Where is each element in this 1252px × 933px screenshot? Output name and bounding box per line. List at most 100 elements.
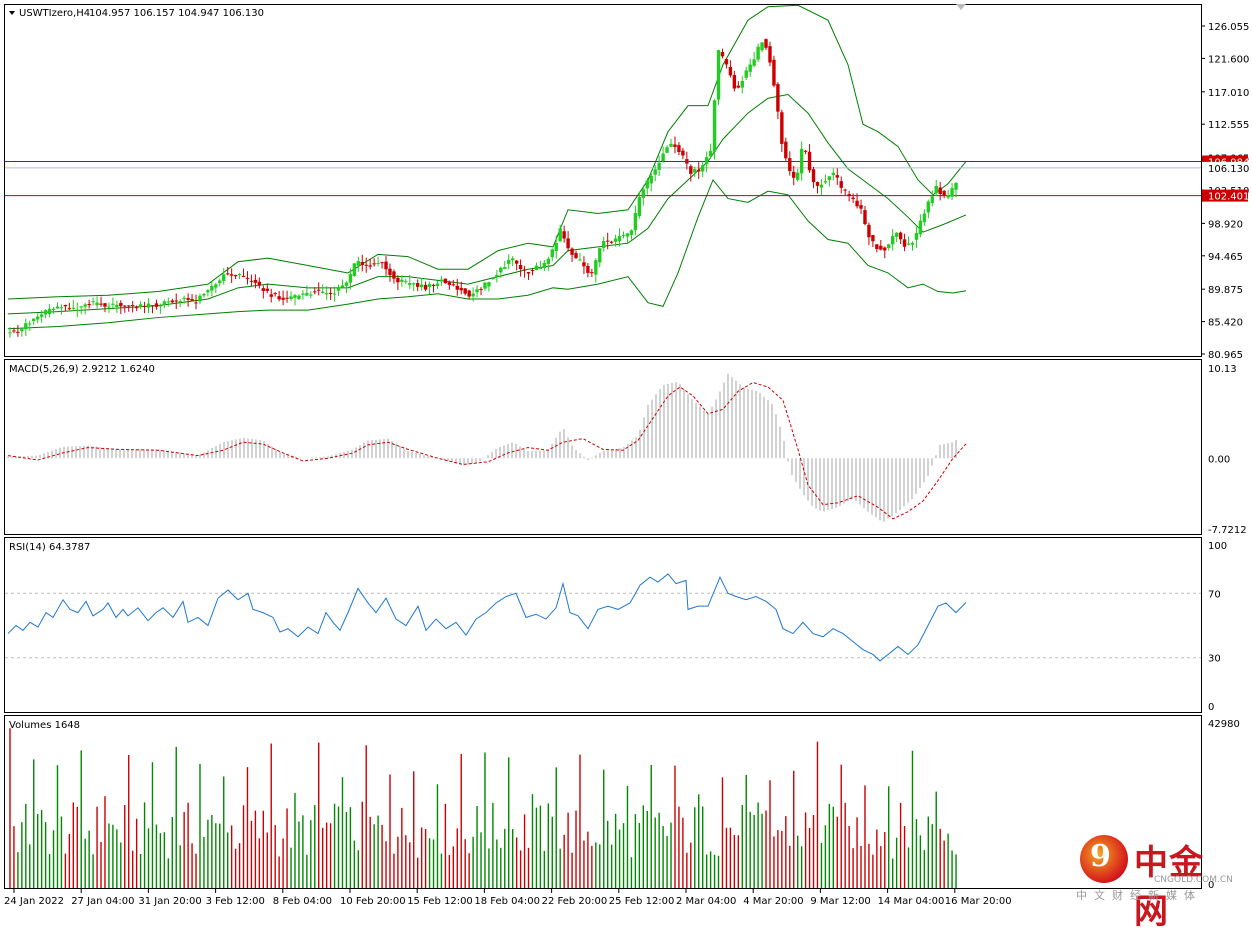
candle-body <box>479 288 483 290</box>
price-axis-label: 85.420 <box>1208 318 1243 329</box>
candle-body <box>119 302 123 307</box>
candle-body <box>605 240 610 242</box>
candle-body <box>281 297 285 300</box>
volume-layer <box>9 728 957 888</box>
candle-body <box>582 262 586 267</box>
candle-body <box>554 242 558 252</box>
candle-body <box>875 244 879 250</box>
axes-layer: 126.055121.600117.010112.555107.965103.5… <box>4 22 1249 907</box>
candle-body <box>689 166 693 174</box>
candle-body <box>594 260 598 275</box>
candle-body <box>617 236 622 242</box>
candle-body <box>788 158 792 172</box>
candle-body <box>210 285 214 291</box>
candle-body <box>16 331 20 333</box>
chart-shift-marker-icon[interactable] <box>956 4 966 10</box>
rsi-line <box>7 573 967 662</box>
candle-body <box>127 305 131 307</box>
time-axis-label: 25 Feb 12:00 <box>609 896 675 907</box>
candle-body <box>435 283 440 287</box>
candle-body <box>697 169 701 172</box>
candle-body <box>198 295 202 302</box>
time-axis-label: 15 Feb 12:00 <box>407 896 473 907</box>
candle-body <box>665 147 669 153</box>
candle-body <box>170 300 174 303</box>
volume-axis-label: 42980 <box>1208 719 1240 730</box>
candle-body <box>649 175 653 184</box>
candle-body <box>103 303 107 307</box>
candle-body <box>233 275 238 277</box>
time-axis-label: 2 Mar 04:00 <box>676 896 736 907</box>
candle-body <box>47 308 52 315</box>
watermark-logo: 9 中金网 CNGOLD.COM.CN 中文财经新媒体 <box>1076 835 1238 932</box>
candle-body <box>273 293 277 295</box>
candle-body <box>550 249 554 258</box>
candle-body <box>130 305 135 307</box>
candle-body <box>653 169 657 175</box>
candle-body <box>823 181 828 183</box>
candle-body <box>309 294 313 296</box>
candle-body <box>518 265 523 270</box>
candle-body <box>602 241 606 248</box>
candle-body <box>784 141 788 159</box>
candle-body <box>20 328 24 332</box>
candle-body <box>847 194 851 197</box>
time-axis-label: 24 Jan 2022 <box>4 896 64 907</box>
time-axis-label: 16 Mar 20:00 <box>945 896 1012 907</box>
candle-body <box>451 284 456 286</box>
candle-body <box>285 297 289 299</box>
candle-body <box>404 281 408 283</box>
candle-body <box>562 231 566 239</box>
candle-body <box>257 281 262 286</box>
candle-body <box>673 144 677 147</box>
candle-body <box>218 280 222 284</box>
candle-body <box>245 277 250 279</box>
candle-body <box>657 162 661 170</box>
candle-body <box>772 59 776 86</box>
candle-body <box>297 295 301 299</box>
candle-body <box>732 75 737 89</box>
candle-body <box>902 239 907 247</box>
rsi-label: RSI(14) 64.3787 <box>9 542 90 553</box>
time-axis-label: 8 Feb 04:00 <box>273 896 332 907</box>
candle-body <box>28 323 32 325</box>
candle-body <box>883 247 887 251</box>
macd-axis-label: 10.13 <box>1208 364 1237 375</box>
candle-body <box>313 291 317 293</box>
candle-body <box>879 245 883 250</box>
candle-body <box>214 284 218 288</box>
time-axis-label: 27 Jan 04:00 <box>71 896 134 907</box>
time-axis-label: 9 Mar 12:00 <box>810 896 870 907</box>
candle-body <box>415 283 420 287</box>
macd-pane-frame <box>4 359 1202 535</box>
candle-body <box>87 303 91 306</box>
time-axis-label: 22 Feb 20:00 <box>542 896 608 907</box>
candle-body <box>32 318 36 322</box>
candle-body <box>317 289 321 291</box>
symbol-dropdown-icon[interactable] <box>9 11 15 15</box>
candle-body <box>514 260 519 264</box>
candle-body <box>700 165 705 172</box>
candle-body <box>681 150 685 156</box>
candle-body <box>934 186 938 194</box>
price-axis-label: 121.600 <box>1208 54 1249 65</box>
candle-body <box>764 39 768 48</box>
price-pane-frame <box>4 4 1202 357</box>
candle-body <box>237 274 242 276</box>
candle-body <box>388 268 392 276</box>
candle-body <box>400 279 404 282</box>
candle-body <box>372 263 376 265</box>
candle-body <box>142 305 147 307</box>
watermark-subtitle: 中文财经新媒体 <box>1076 889 1202 902</box>
candle-body <box>8 332 12 334</box>
candle-body <box>942 190 946 196</box>
candle-body <box>328 292 333 294</box>
symbol-label: USWTIzero,H4 <box>19 8 90 19</box>
candle-body <box>51 308 56 310</box>
candle-body <box>744 70 748 78</box>
candle-body <box>633 212 638 231</box>
candle-body <box>43 310 48 315</box>
candle-body <box>807 151 812 171</box>
candle-body <box>938 187 942 194</box>
candle-body <box>922 213 927 223</box>
